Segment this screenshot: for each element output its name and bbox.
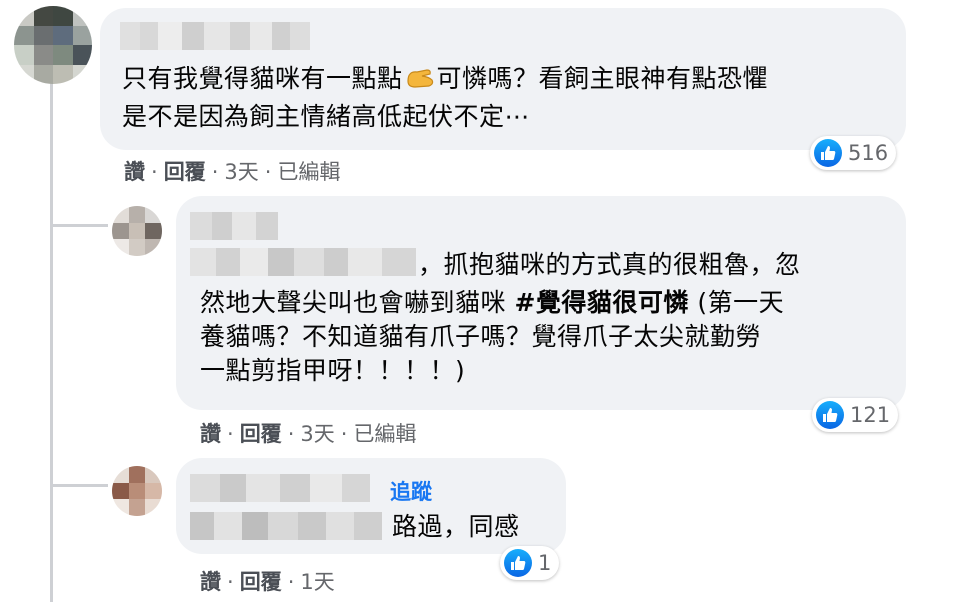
reaction-count-badge[interactable]: 516 [810,136,897,170]
blurred-author-name[interactable] [190,474,370,502]
like-button[interactable]: 讚 [124,160,145,184]
timestamp-link[interactable]: 1天 [300,570,334,594]
comment-actions: 讚 · 回覆 · 1天 [200,566,335,596]
comment-actions: 讚 · 回覆 · 3天 · 已編輯 [124,156,340,186]
pinching-hand-icon [405,65,435,100]
like-button[interactable]: 讚 [200,422,221,446]
separator-dot: · [340,422,348,446]
reaction-count: 1 [538,551,552,575]
reaction-count-badge[interactable]: 121 [812,398,899,432]
blurred-author-name[interactable] [190,212,278,240]
like-icon [504,549,532,577]
separator-dot: · [227,422,234,446]
timestamp-link[interactable]: 3天 [300,422,334,446]
thread-branch-2 [50,484,108,487]
thread-branch-1 [50,224,108,227]
separator-dot: · [211,160,219,184]
like-icon [816,401,844,429]
comment-text-line: 然地大聲尖叫也會嚇到貓咪 [200,288,515,317]
reply-button[interactable]: 回覆 [164,160,206,184]
separator-dot: · [287,422,295,446]
reaction-count: 516 [848,141,889,165]
comment-text-line: 養貓嗎？不知道貓有爪子嗎？覺得爪子太尖就勤勞 [200,322,762,351]
comment-text: ，抓抱貓咪的方式真的很粗魯，忽 [418,248,801,282]
blurred-author-name[interactable] [190,248,416,276]
edited-label[interactable]: 已編輯 [353,422,416,446]
comment-text-line: 可憐嗎？看飼主眼神有點恐懼 [436,64,769,93]
comment-actions: 讚 · 回覆 · 3天 · 已編輯 [200,418,416,448]
like-icon [814,139,842,167]
follow-link[interactable]: 追蹤 [390,476,432,506]
reply-button[interactable]: 回覆 [240,570,282,594]
comment-text-line: (第一天 [688,288,785,317]
thread-line [50,60,53,602]
like-button[interactable]: 讚 [200,570,221,594]
avatar[interactable] [14,6,92,84]
blurred-author-name[interactable] [190,512,382,540]
comment-text: 然地大聲尖叫也會嚇到貓咪 #覺得貓很可憐 (第一天 養貓嗎？不知道貓有爪子嗎？覺… [200,286,784,388]
comment-text-line: 一點剪指甲呀！！！！) [200,356,466,385]
separator-dot: · [151,160,158,184]
edited-label[interactable]: 已編輯 [277,160,340,184]
blurred-author-name[interactable] [120,22,310,50]
separator-dot: · [264,160,272,184]
comment-text: 路過，同感 [392,512,520,541]
reaction-count-badge[interactable]: 1 [500,546,560,580]
comment-text-line: 是不是因為飼主情緒高低起伏不定⋯ [122,102,531,131]
hashtag-link[interactable]: #覺得貓很可憐 [514,288,688,317]
separator-dot: · [227,570,234,594]
comment-text: 只有我覺得貓咪有一點點 可憐嗎？看飼主眼神有點恐懼 是不是因為飼主情緒高低起伏不… [122,62,768,134]
reaction-count: 121 [850,403,891,427]
separator-dot: · [287,570,295,594]
reply-button[interactable]: 回覆 [240,422,282,446]
avatar[interactable] [112,466,162,516]
comment-text-line: 只有我覺得貓咪有一點點 [122,64,403,93]
avatar[interactable] [112,206,162,256]
comment-text-line: ，抓抱貓咪的方式真的很粗魯，忽 [418,250,801,279]
timestamp-link[interactable]: 3天 [224,160,258,184]
